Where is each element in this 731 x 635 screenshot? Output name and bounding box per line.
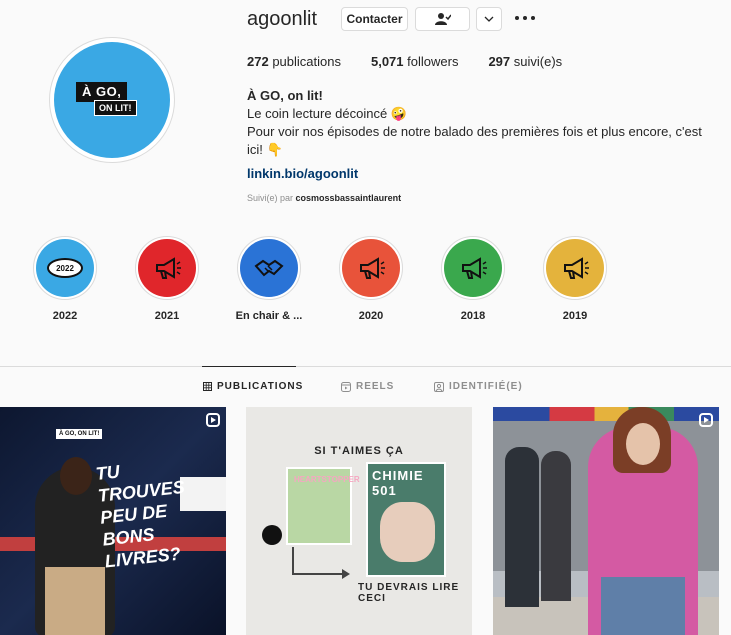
person-check-icon xyxy=(434,13,451,25)
posts-count: 272 xyxy=(247,54,269,69)
tab-reels[interactable]: REELS xyxy=(341,381,394,392)
megaphone-icon xyxy=(360,257,385,279)
highlight-cover xyxy=(444,239,502,297)
megaphone-icon xyxy=(564,257,589,279)
post-image-head xyxy=(60,457,92,495)
highlight-label: En chair & ... xyxy=(235,310,303,322)
reels-icon xyxy=(341,381,351,392)
grid-icon xyxy=(203,382,212,391)
bio-line: Pour voir nos épisodes de notre balado d… xyxy=(247,124,702,157)
profile-tabs: PUBLICATIONS REELS IDENTIFIÉ(E) xyxy=(0,381,731,395)
megaphone-icon xyxy=(462,257,487,279)
post-image-headline: TU TROUVES PEU DE BONS LIVRES? xyxy=(94,461,186,572)
post-thumbnail-1[interactable]: À GO, ON LIT! TU TROUVES PEU DE BONS LIV… xyxy=(0,407,226,635)
highlight-label: 2022 xyxy=(52,310,78,322)
highlight-badge: 2022 xyxy=(47,258,83,278)
post-image-stripes xyxy=(493,407,719,421)
following-count: 297 xyxy=(488,54,511,69)
tab-publications[interactable]: PUBLICATIONS xyxy=(203,381,303,392)
post-image-logo: À GO, ON LIT! xyxy=(56,429,103,439)
tab-publications-label: PUBLICATIONS xyxy=(217,381,304,392)
profile-stats: 272 publications 5,071 followers 297 sui… xyxy=(247,54,592,69)
following-stat[interactable]: 297 suivi(e)s xyxy=(488,54,562,69)
profile-username: agoonlit xyxy=(247,8,318,30)
bio-name: À GO, on lit! xyxy=(247,88,323,103)
highlight-ring xyxy=(135,236,199,300)
followers-stat[interactable]: 5,071 followers xyxy=(371,54,458,69)
tab-reels-label: REELS xyxy=(356,381,395,392)
suggestions-dropdown-button[interactable] xyxy=(476,7,502,31)
chevron-down-icon xyxy=(484,16,494,22)
avatar-logo-bottom: ON LIT! xyxy=(94,100,137,116)
tab-tagged[interactable]: IDENTIFIÉ(E) xyxy=(434,381,523,392)
posts-label: publications xyxy=(272,54,341,69)
bio-line: Le coin lecture décoincé 🤪 xyxy=(247,106,407,121)
highlight-ring xyxy=(237,236,301,300)
followers-count: 5,071 xyxy=(370,54,404,69)
highlight-label: 2020 xyxy=(358,310,384,322)
reel-indicator-icon xyxy=(206,413,220,427)
bio-link[interactable]: linkin.bio/agoonlit xyxy=(247,165,717,183)
book2-title: CHIMIE 501 xyxy=(372,468,424,498)
followers-label: followers xyxy=(407,54,459,69)
highlight-2020[interactable]: 2020 xyxy=(331,236,411,322)
post-image-jeans xyxy=(601,577,685,635)
posts-stat: 272 publications xyxy=(247,54,341,69)
follow-status-button[interactable] xyxy=(415,7,470,31)
active-tab-indicator xyxy=(202,366,296,367)
handshake-icon xyxy=(254,259,284,277)
tab-tagged-label: IDENTIFIÉ(E) xyxy=(449,381,523,392)
highlight-2019[interactable]: 2019 xyxy=(535,236,615,322)
highlight-2022[interactable]: 2022 2022 xyxy=(25,236,105,322)
highlight-ring xyxy=(543,236,607,300)
post-image-header: SI T'AIMES ÇA xyxy=(314,445,404,457)
highlight-en-chair[interactable]: En chair & ... xyxy=(229,236,309,322)
megaphone-icon xyxy=(156,257,181,279)
highlight-label: 2019 xyxy=(562,310,588,322)
avatar-logo-bg: À GO, ON LIT! xyxy=(54,42,170,158)
more-options-icon[interactable] xyxy=(515,10,535,26)
post-image-footer: TU DEVRAIS LIRE CECI xyxy=(358,582,460,604)
tagged-user-icon xyxy=(434,381,444,392)
tabs-divider xyxy=(0,366,731,367)
post-image-bystander xyxy=(541,451,571,601)
avatar-logo: À GO, ON LIT! xyxy=(74,82,150,118)
highlight-cover xyxy=(240,239,298,297)
post-image-arrow xyxy=(292,547,350,579)
highlight-ring xyxy=(339,236,403,300)
following-label: suivi(e)s xyxy=(513,54,563,69)
post-thumbnail-2[interactable]: SI T'AIMES ÇA HEARTSTOPPER CHIMIE 501 TU… xyxy=(246,407,472,635)
avatar-logo-top: À GO, xyxy=(76,82,128,102)
post-thumbnail-3[interactable] xyxy=(493,407,719,635)
highlight-label: 2018 xyxy=(460,310,486,322)
highlight-ring xyxy=(441,236,505,300)
highlight-cover xyxy=(138,239,196,297)
post-image-badge xyxy=(262,525,282,545)
highlight-label: 2021 xyxy=(154,310,180,322)
followed-by-prefix: Suivi(e) par xyxy=(247,193,294,203)
highlight-2018[interactable]: 2018 xyxy=(433,236,513,322)
post-image-bystander xyxy=(505,447,539,607)
highlight-cover: 2022 xyxy=(36,239,94,297)
book1-title: HEARTSTOPPER xyxy=(294,475,360,484)
post-image-book-heartstopper: HEARTSTOPPER xyxy=(286,467,360,545)
reel-indicator-icon xyxy=(699,413,713,427)
post-image-face xyxy=(626,423,660,465)
post-image-legs xyxy=(45,567,105,635)
profile-avatar[interactable]: À GO, ON LIT! xyxy=(49,37,175,163)
profile-bio: À GO, on lit! Le coin lecture décoincé 🤪… xyxy=(247,87,717,207)
followed-by[interactable]: Suivi(e) par cosmossbassaintlaurent xyxy=(247,189,717,207)
book2-faces xyxy=(380,502,435,562)
contact-button[interactable]: Contacter xyxy=(341,7,408,31)
followed-by-user: cosmossbassaintlaurent xyxy=(295,193,402,203)
highlight-cover xyxy=(342,239,400,297)
highlight-ring: 2022 xyxy=(33,236,97,300)
post-image-book-chimie: CHIMIE 501 xyxy=(366,462,446,577)
story-highlights: 2022 2022 2021 En chair & ... 2020 2018 … xyxy=(0,236,731,331)
highlight-cover xyxy=(546,239,604,297)
highlight-2021[interactable]: 2021 xyxy=(127,236,207,322)
